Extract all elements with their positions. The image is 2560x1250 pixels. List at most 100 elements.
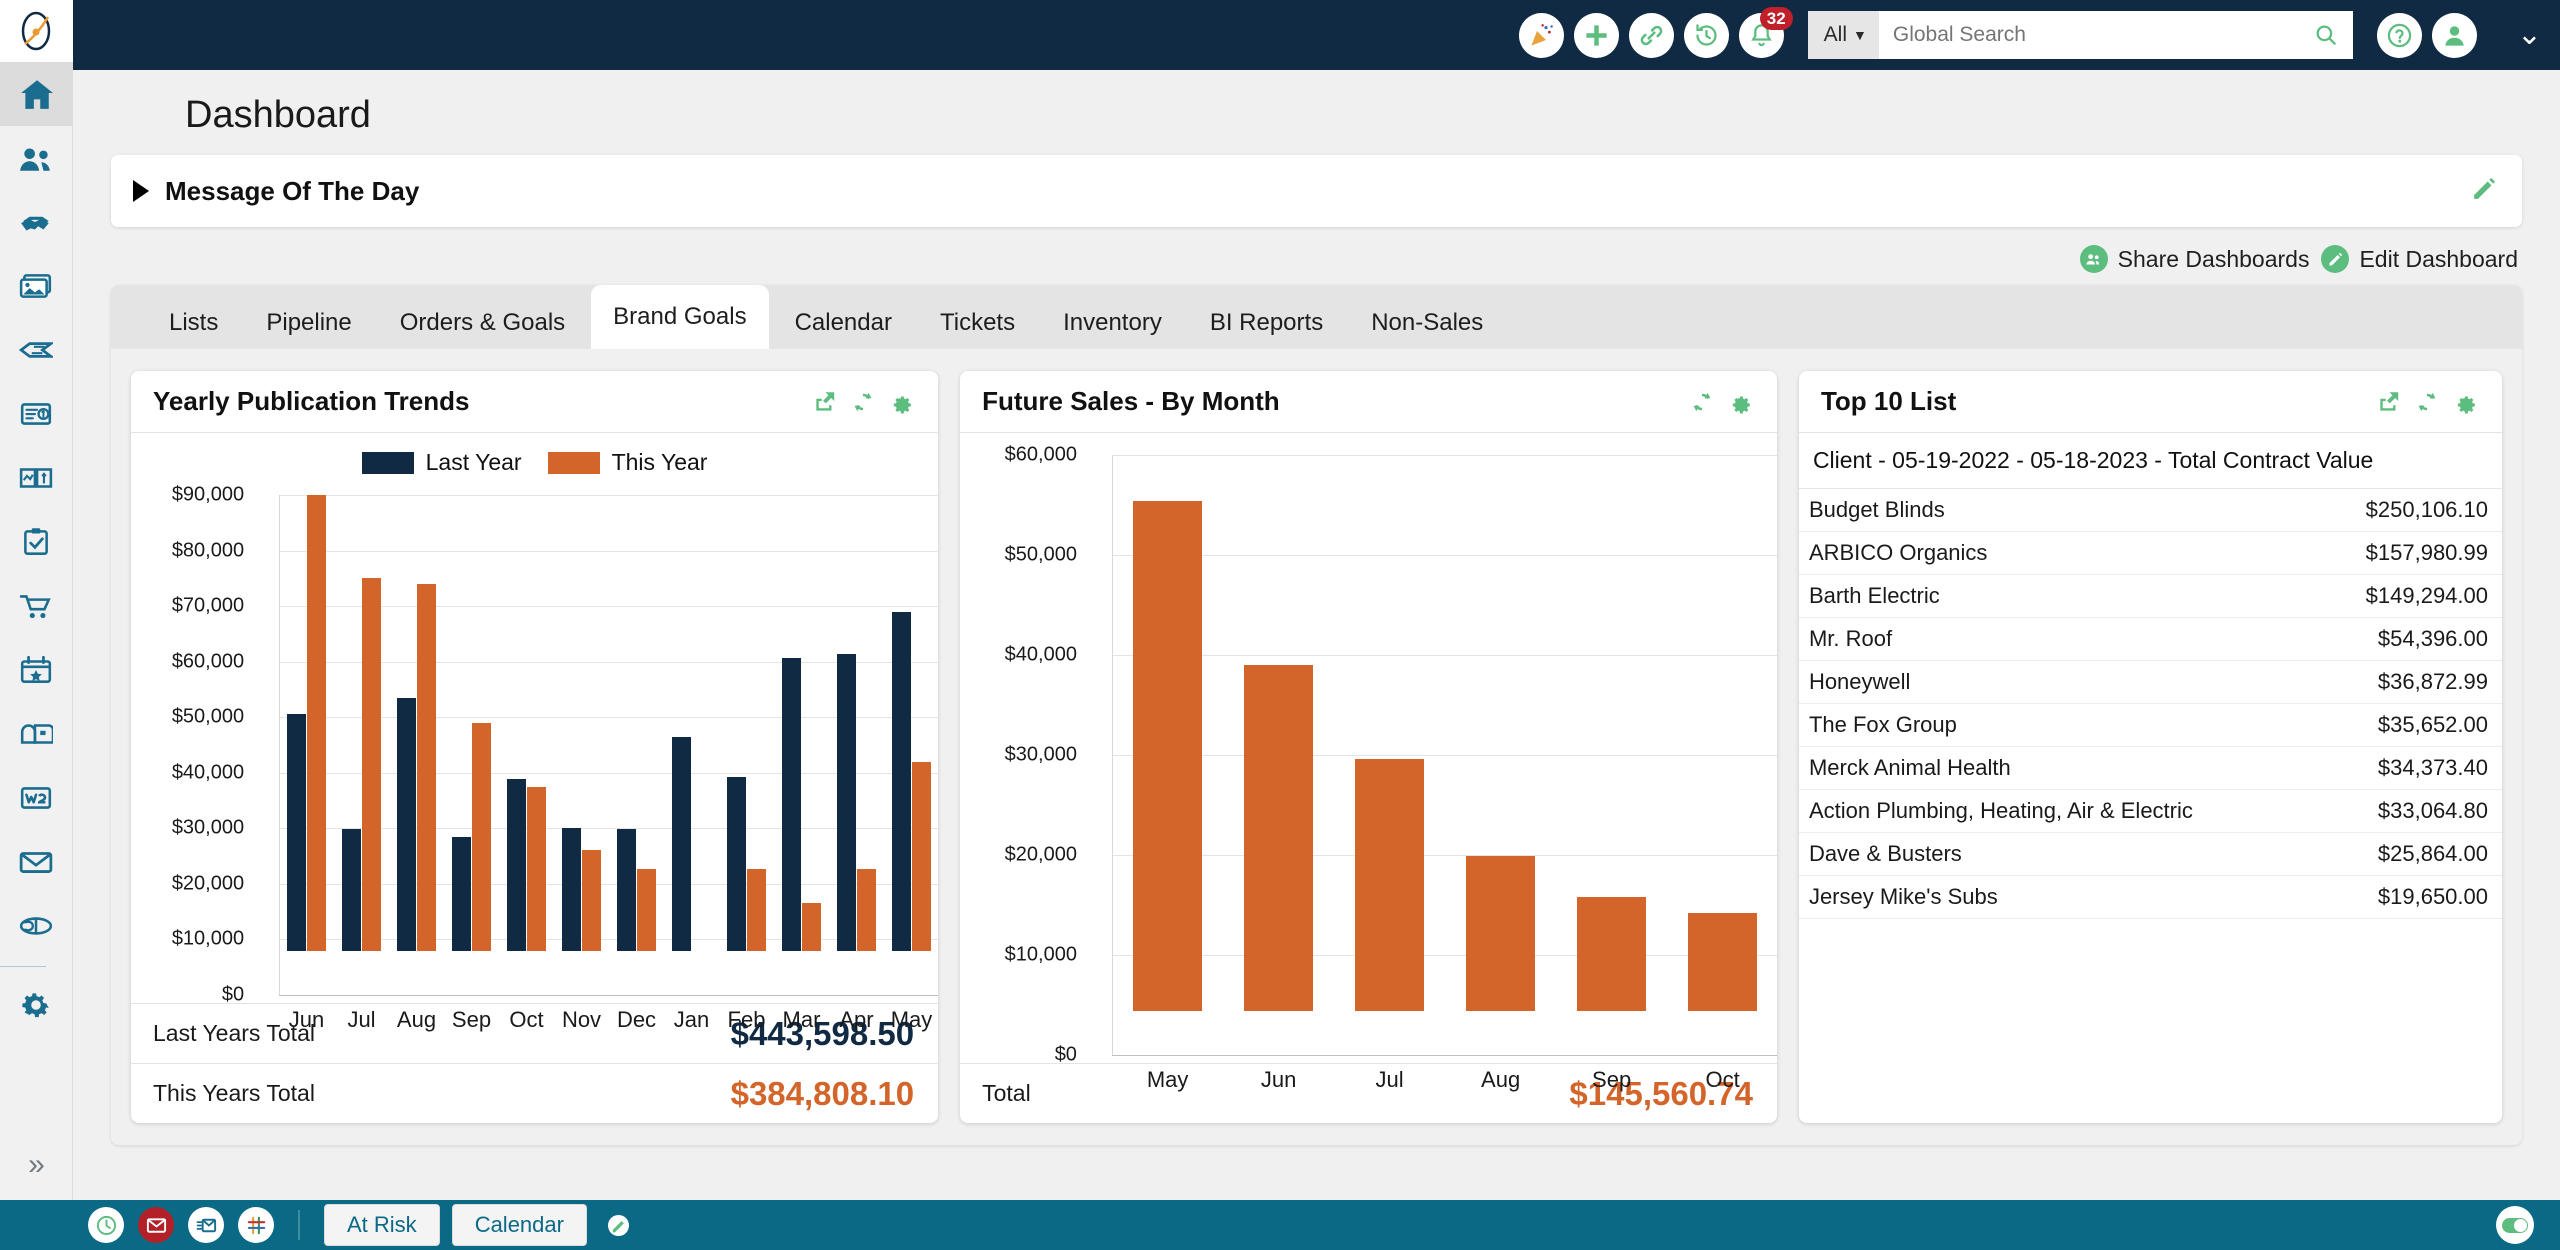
chart-bar[interactable] [307,495,326,951]
sidebar-item-email[interactable] [0,830,73,894]
chart-bar[interactable] [397,698,416,951]
sidebar-item-orders[interactable] [0,574,73,638]
chart-bar[interactable] [1355,759,1424,1011]
chart-bar[interactable] [802,903,821,951]
refresh-icon[interactable] [2414,389,2440,415]
gear-icon[interactable] [2452,389,2478,415]
status-toggle[interactable] [2496,1206,2534,1244]
chart-bar[interactable] [417,584,436,951]
table-row[interactable]: Action Plumbing, Heating, Air & Electric… [1799,790,2502,833]
chart-bar[interactable] [562,828,581,951]
chart-bar[interactable] [287,714,306,951]
table-row[interactable]: Jersey Mike's Subs$19,650.00 [1799,876,2502,919]
table-row[interactable]: Dave & Busters$25,864.00 [1799,833,2502,876]
table-row[interactable]: Budget Blinds$250,106.10 [1799,489,2502,532]
search-scope-dropdown[interactable]: All ▼ [1808,11,1879,59]
sidebar-item-mailbox[interactable] [0,702,73,766]
chart-bar[interactable] [782,658,801,951]
chart-bar[interactable] [1688,913,1757,1011]
images-icon [19,269,53,303]
gear-icon[interactable] [1727,389,1753,415]
share-dashboards-button[interactable]: Share Dashboards [2080,245,2310,273]
chart-bar[interactable] [452,837,471,951]
add-icon[interactable] [1574,13,1619,58]
sidebar-item-home[interactable] [0,62,73,126]
app-logo[interactable] [0,0,73,62]
chart-bar[interactable] [1133,501,1202,1011]
gear-icon[interactable] [888,389,914,415]
table-row[interactable]: Merck Animal Health$34,373.40 [1799,747,2502,790]
edit-dashboard-button[interactable]: Edit Dashboard [2321,245,2518,273]
client-name: Jersey Mike's Subs [1809,884,1998,910]
chart-bar[interactable] [857,869,876,951]
table-row[interactable]: ARBICO Organics$157,980.99 [1799,532,2502,575]
tab-lists[interactable]: Lists [147,297,240,349]
clock-icon[interactable] [88,1207,124,1243]
motd-edit-pencil-icon[interactable] [2470,175,2498,208]
envelope-list-icon[interactable] [188,1207,224,1243]
sidebar-item-reports[interactable] [0,446,73,510]
sidebar-item-settings[interactable] [0,973,73,1037]
tab-calendar[interactable]: Calendar [773,297,914,349]
sidebar-item-invoices[interactable] [0,382,73,446]
chart-bar[interactable] [342,829,361,951]
chart-bar[interactable] [1244,665,1313,1011]
chart-bar[interactable] [892,612,911,951]
sidebar-item-tickets[interactable] [0,318,73,382]
refresh-icon[interactable] [850,389,876,415]
bottom-bar-edit-pencil-icon[interactable] [601,1207,637,1243]
chart-bar[interactable] [472,723,491,951]
topbar-collapse-chevron-down-icon[interactable]: ⌄ [2517,20,2542,50]
sidebar-item-w2[interactable] [0,766,73,830]
sidebar-item-data[interactable] [0,894,73,958]
link-icon[interactable] [1629,13,1674,58]
export-icon[interactable] [2376,389,2402,415]
tab-brand-goals[interactable]: Brand Goals [591,285,768,349]
chart-bar[interactable] [527,787,546,951]
chart-x-tick-label: Dec [617,1007,656,1033]
chart-bar[interactable] [837,654,856,951]
tab-pipeline[interactable]: Pipeline [244,297,373,349]
chart-bar[interactable] [582,850,601,951]
bottom-bar-button-at-risk[interactable]: At Risk [324,1204,440,1246]
tab-orders-goals[interactable]: Orders & Goals [378,297,587,349]
chart-bar[interactable] [637,869,656,951]
sidebar-expand-button[interactable]: » [0,1140,73,1190]
sidebar-item-calendar[interactable] [0,638,73,702]
chart-bar[interactable] [617,829,636,951]
tab-bi-reports[interactable]: BI Reports [1188,297,1345,349]
chart-bar[interactable] [362,578,381,951]
slack-icon[interactable] [238,1207,274,1243]
table-row[interactable]: Honeywell$36,872.99 [1799,661,2502,704]
tab-non-sales[interactable]: Non-Sales [1349,297,1505,349]
chart-bar[interactable] [912,762,931,951]
celebration-icon[interactable] [1519,13,1564,58]
chart-bar[interactable] [1466,856,1535,1011]
sidebar-item-media[interactable] [0,254,73,318]
search-input[interactable] [1879,11,2299,59]
envelope-alert-icon[interactable] [138,1207,174,1243]
sidebar-item-contacts[interactable] [0,126,73,190]
chart-bar[interactable] [672,737,691,951]
chart-bar[interactable] [747,869,766,951]
help-icon[interactable] [2377,13,2422,58]
notifications-bell-icon[interactable]: 32 [1739,13,1784,58]
table-row[interactable]: The Fox Group$35,652.00 [1799,704,2502,747]
table-row[interactable]: Barth Electric$149,294.00 [1799,575,2502,618]
sidebar-item-tasks[interactable] [0,510,73,574]
bottom-bar-button-calendar[interactable]: Calendar [452,1204,587,1246]
search-submit-button[interactable] [2299,11,2353,59]
expand-triangle-icon[interactable] [133,180,149,202]
sidebar-item-deals[interactable] [0,190,73,254]
tab-inventory[interactable]: Inventory [1041,297,1184,349]
tab-tickets[interactable]: Tickets [918,297,1037,349]
chart-bar[interactable] [727,777,746,951]
chart-bar[interactable] [507,779,526,951]
export-icon[interactable] [812,389,838,415]
history-icon[interactable] [1684,13,1729,58]
table-row[interactable]: Mr. Roof$54,396.00 [1799,618,2502,661]
avatar[interactable] [2432,13,2477,58]
refresh-icon[interactable] [1689,389,1715,415]
chart-bar[interactable] [1577,897,1646,1011]
contract-value: $35,652.00 [2378,712,2488,738]
